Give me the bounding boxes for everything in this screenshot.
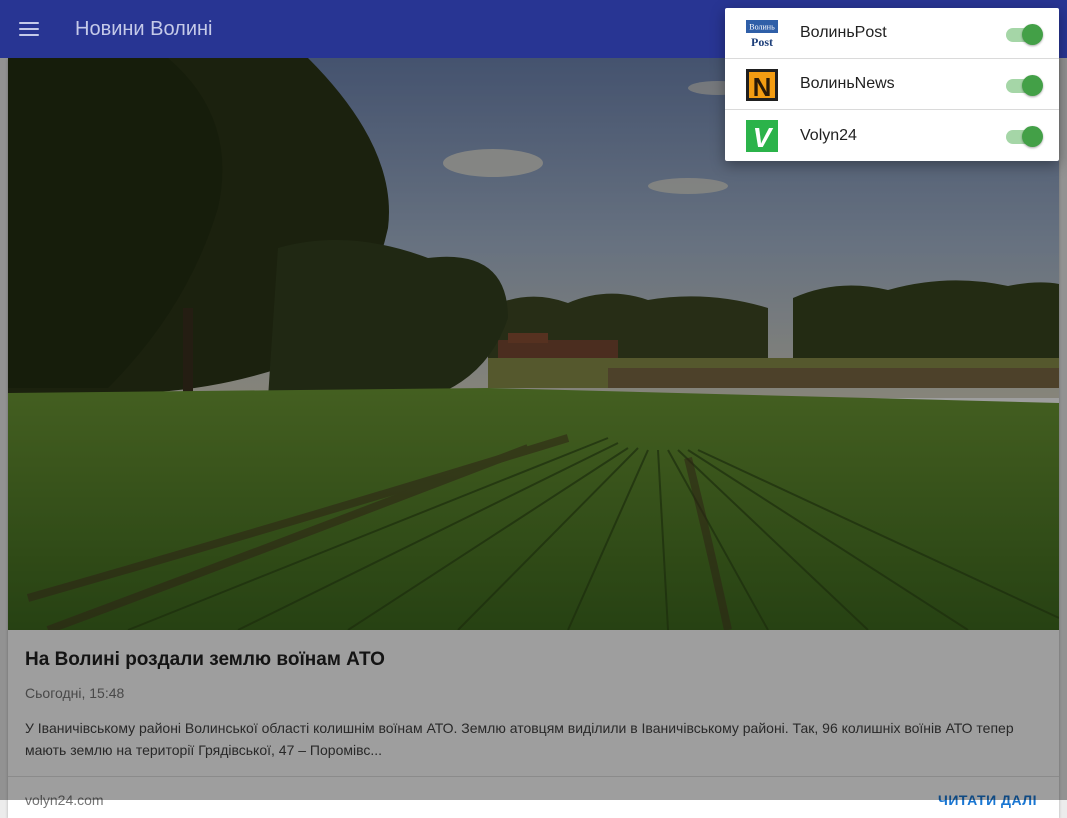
source-label: Volyn24 [800, 126, 857, 144]
overlay-scrim[interactable] [0, 58, 1067, 800]
source-toggle-switch[interactable] [1004, 75, 1043, 96]
source-toggle-switch[interactable] [1004, 24, 1043, 45]
volynnews-logo: N [746, 69, 778, 101]
hamburger-menu-button[interactable] [0, 0, 58, 58]
volyn24-logo: V [746, 120, 778, 152]
hamburger-menu-icon [19, 22, 39, 36]
source-item-volynnews[interactable]: N ВолиньNews [725, 59, 1059, 110]
source-item-volyn24[interactable]: V Volyn24 [725, 110, 1059, 161]
volynpost-logo-bottom-text: Post [751, 35, 773, 49]
source-label: ВолиньNews [800, 75, 895, 92]
source-label: ВолиньPost [800, 24, 887, 41]
volynpost-logo-top-text: Волинь [749, 23, 775, 32]
volyn24-logo-text: V [753, 122, 774, 152]
source-item-volynpost[interactable]: Волинь Post ВолиньPost [725, 8, 1059, 59]
volynnews-logo-text: N [753, 72, 772, 101]
source-toggle-switch[interactable] [1004, 126, 1043, 147]
app-title: Новини Волині [75, 17, 213, 40]
volynpost-logo: Волинь Post [746, 18, 778, 50]
sources-menu: Волинь Post ВолиньPost N ВолиньNews V Vo… [725, 8, 1059, 161]
